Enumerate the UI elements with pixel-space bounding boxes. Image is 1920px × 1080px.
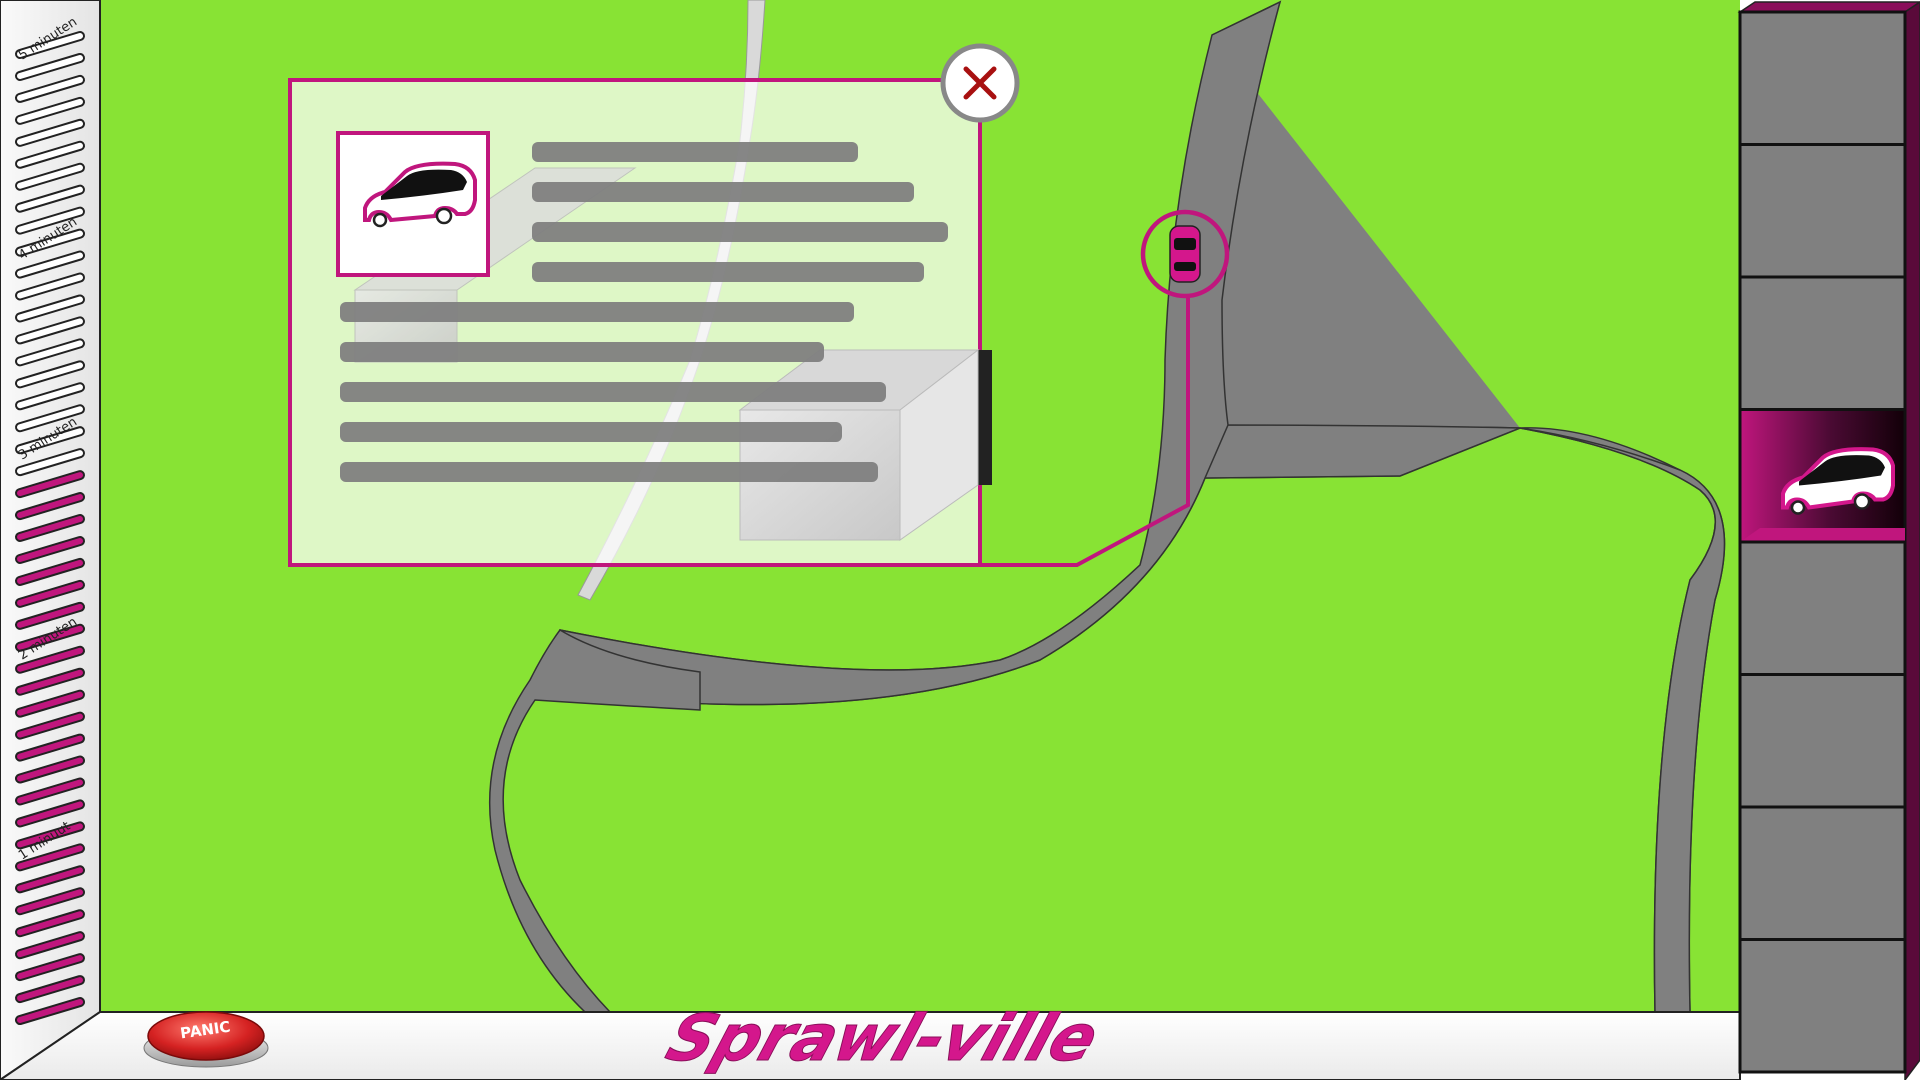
vehicle-slot[interactable] bbox=[1738, 805, 1907, 941]
text-line bbox=[532, 262, 924, 282]
vehicle-slot[interactable] bbox=[1738, 275, 1907, 411]
map[interactable] bbox=[100, 0, 1740, 1013]
vehicle-panel bbox=[1737, 1, 1920, 1080]
text-line bbox=[532, 142, 858, 162]
vehicle-slot[interactable] bbox=[1738, 10, 1907, 146]
car-icon bbox=[1169, 225, 1201, 283]
text-line bbox=[340, 382, 886, 402]
text-line bbox=[340, 342, 824, 362]
app-canvas: 5 minuten4 minuten3 minuten2 minuten1 mi… bbox=[0, 0, 1920, 1080]
vehicle-slot[interactable] bbox=[1738, 143, 1907, 279]
slot-shelf bbox=[1740, 528, 1905, 542]
text-line bbox=[340, 302, 854, 322]
vehicle-slot-selected[interactable] bbox=[1738, 408, 1907, 544]
text-line bbox=[532, 222, 948, 242]
text-line bbox=[340, 462, 878, 482]
info-popup bbox=[288, 43, 1020, 567]
app-title: Sprawl-ville bbox=[658, 1002, 1107, 1076]
bottom-bar: PANIC Sprawl-ville bbox=[0, 1001, 1741, 1080]
vehicle-slot[interactable] bbox=[1738, 938, 1907, 1074]
text-line bbox=[532, 182, 914, 202]
vehicle-slot[interactable] bbox=[1738, 540, 1907, 676]
text-line bbox=[340, 422, 842, 442]
vehicle-slots bbox=[1738, 10, 1907, 1074]
vehicle-slot[interactable] bbox=[1738, 673, 1907, 809]
countdown-timer: 5 minuten4 minuten3 minuten2 minuten1 mi… bbox=[0, 0, 101, 1080]
popup-close-button[interactable] bbox=[940, 43, 1020, 123]
panic-button[interactable]: PANIC bbox=[143, 1011, 269, 1068]
